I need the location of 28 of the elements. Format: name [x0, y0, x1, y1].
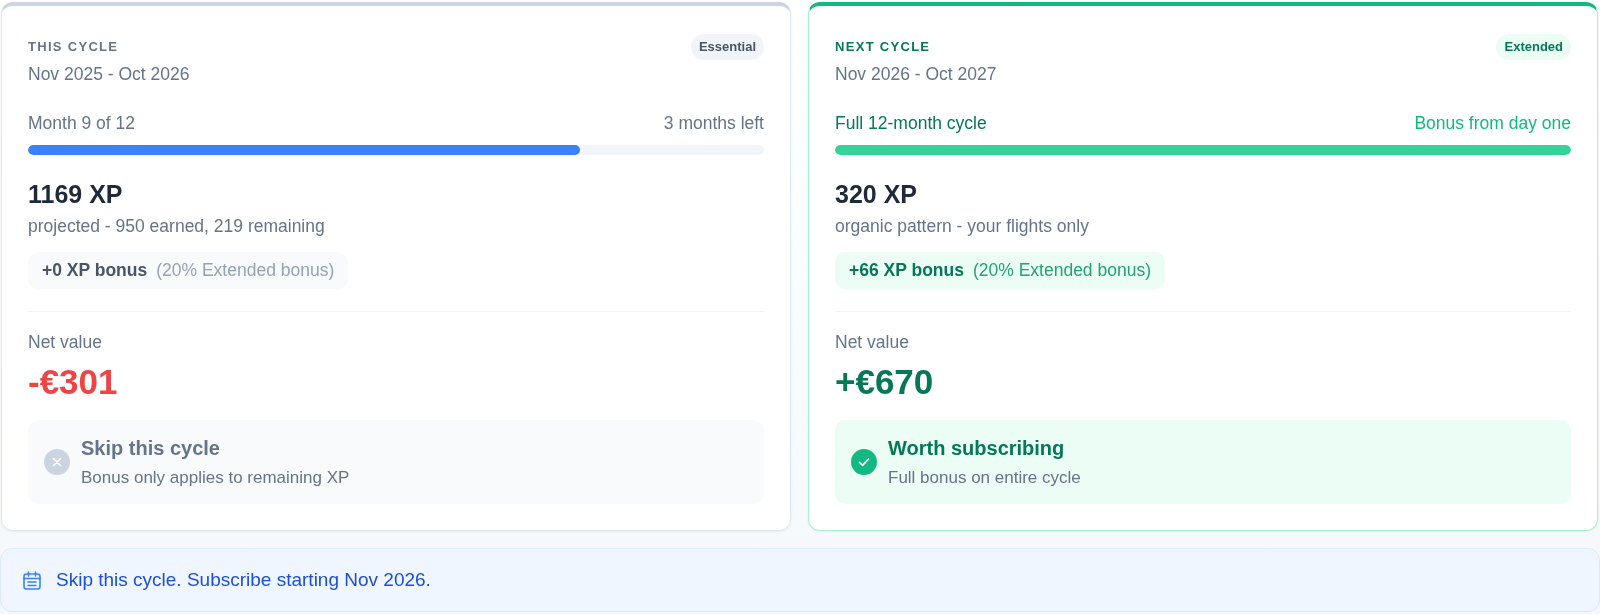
- bonus-amount: +0 XP bonus: [42, 260, 148, 281]
- recommendation-text: Skip this cycle. Subscribe starting Nov 2026.: [56, 568, 431, 592]
- xp-total: 1169 XP: [28, 179, 124, 209]
- verdict-detail: Bonus only applies to remaining XP: [81, 467, 350, 489]
- cycle-label: NEXT CYCLE: [835, 38, 931, 56]
- bonus-note: (20% Extended bonus): [156, 260, 335, 281]
- date-range: Nov 2026 - Oct 2027: [835, 63, 997, 86]
- date-range: Nov 2025 - Oct 2026: [28, 63, 190, 86]
- net-value-label: Net value: [835, 331, 910, 354]
- xp-total: 320 XP: [835, 179, 918, 209]
- progress-note: Bonus from day one: [1414, 112, 1571, 135]
- progress-note: 3 months left: [663, 112, 764, 135]
- plan-badge: Essential: [690, 34, 764, 60]
- xp-detail: projected - 950 earned, 219 remaining: [28, 215, 326, 238]
- xp-detail: organic pattern - your flights only: [835, 215, 1090, 238]
- bonus-amount: +66 XP bonus: [849, 260, 964, 281]
- verdict-detail: Full bonus on entire cycle: [888, 467, 1081, 489]
- progress-label: Full 12-month cycle: [835, 112, 987, 135]
- plan-badge: Extended: [1496, 34, 1571, 60]
- cycle-label: THIS CYCLE: [28, 38, 119, 56]
- verdict-title: Skip this cycle: [81, 436, 221, 460]
- net-value-label: Net value: [28, 331, 103, 354]
- net-value-amount: -€301: [28, 362, 118, 402]
- verdict-title: Worth subscribing: [888, 436, 1066, 460]
- bonus-note: (20% Extended bonus): [972, 260, 1151, 281]
- calendar-icon: [23, 570, 41, 590]
- progress-label: Month 9 of 12: [28, 112, 136, 135]
- net-value-amount: +€670: [835, 362, 934, 402]
